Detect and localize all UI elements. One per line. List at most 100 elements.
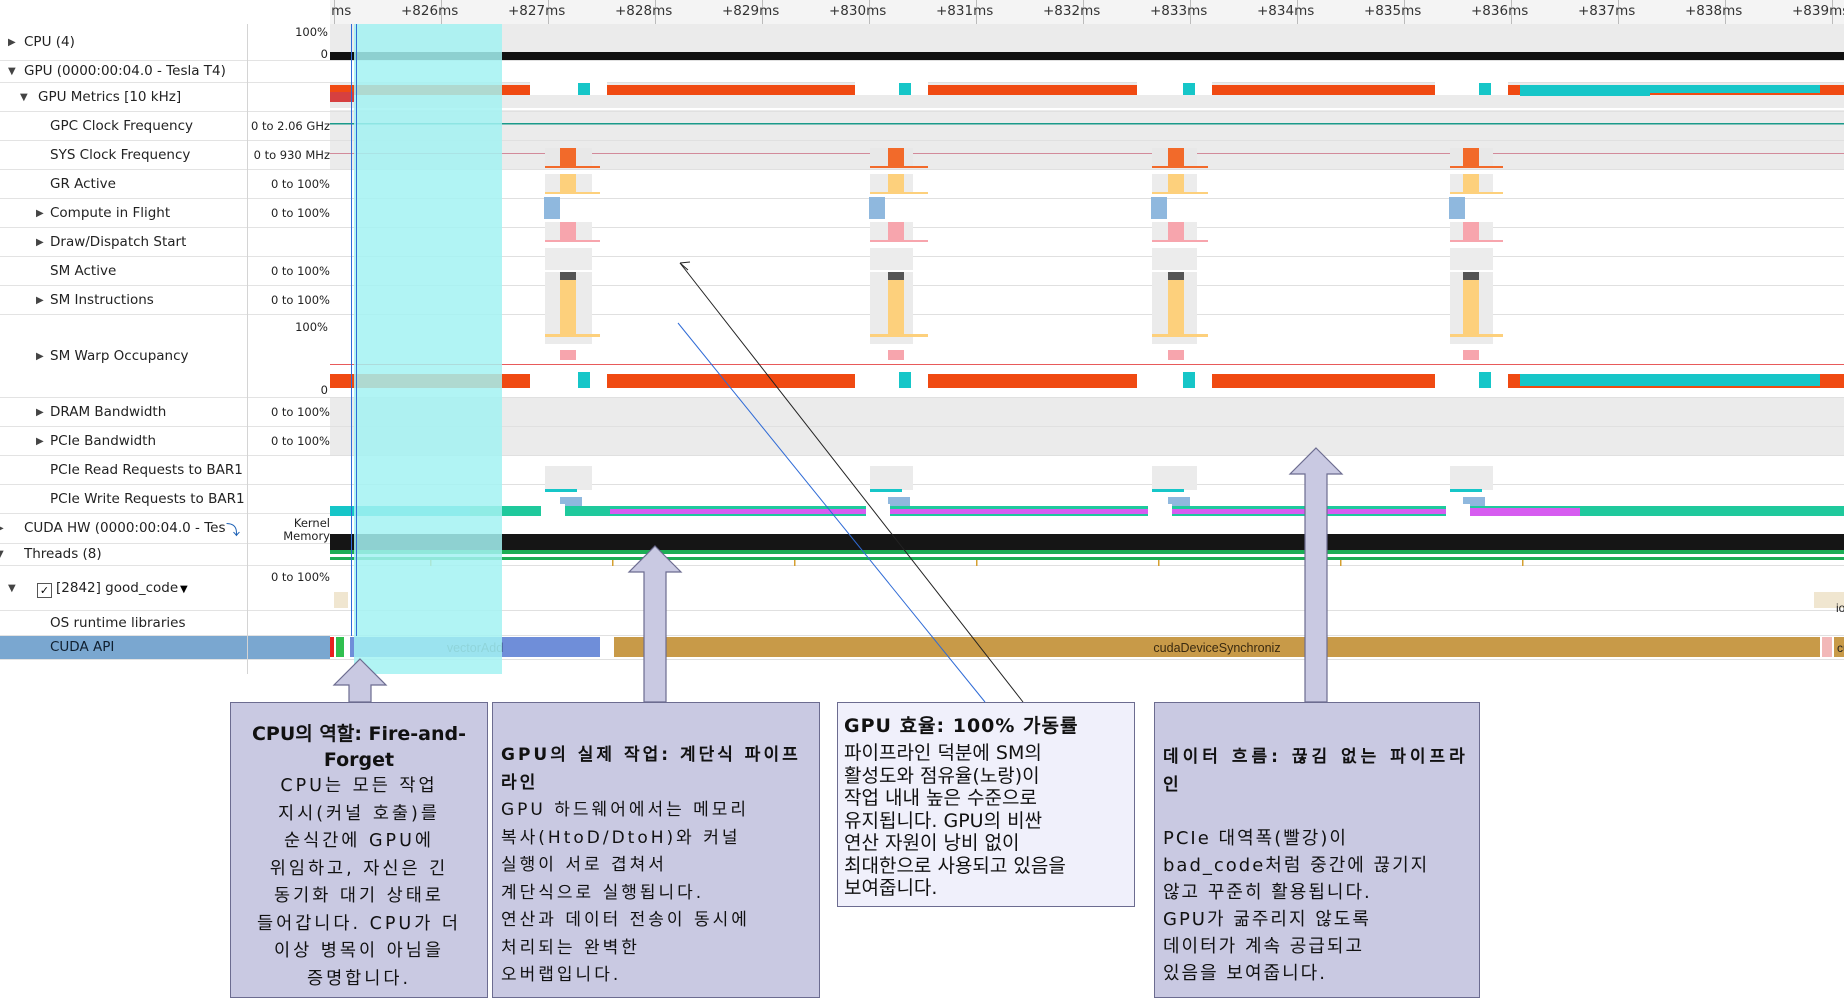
- gr-active-base: [870, 166, 928, 168]
- collapse-triangle-icon[interactable]: ▼: [8, 583, 16, 594]
- row-tree: ▶ CPU (4) ▼ GPU (0000:00:04.0 - Tesla T4) ▼ G…: [0, 0, 330, 676]
- thread-state-gap: [330, 554, 1844, 557]
- row-range-label: 0 to 100%: [270, 264, 330, 278]
- compute-in-flight-base: [870, 192, 928, 194]
- tree-row-os-runtime-libraries[interactable]: OS runtime libraries: [0, 611, 330, 636]
- tree-row-cuda-api[interactable]: CUDA API: [0, 636, 330, 660]
- selected-time-range[interactable]: [354, 24, 502, 674]
- tree-row-gpu[interactable]: ▼ GPU (0000:00:04.0 - Tesla T4): [0, 61, 330, 83]
- callout-line: 작업 내내 높은 수준으로: [844, 787, 1037, 809]
- gr-active-base: [1152, 166, 1208, 168]
- callout-line: 위임하고, 자신은 긴: [269, 858, 449, 879]
- cpu-utilization-bar: [330, 52, 1844, 60]
- pcie-bandwidth-band-gap: [1435, 371, 1508, 388]
- callout-line: 보여줍니다.: [844, 877, 938, 899]
- tree-row-draw-dispatch-start[interactable]: ▶ Draw/Dispatch Start: [0, 228, 330, 257]
- jump-to-icon[interactable]: ⤵: [226, 520, 240, 540]
- warp-occupancy-cap: [560, 272, 576, 280]
- collapse-triangle-icon[interactable]: ▼: [20, 92, 28, 103]
- tree-row-label: PCIe Write Requests to BAR1: [50, 491, 245, 507]
- expand-triangle-icon[interactable]: ▶: [36, 237, 44, 248]
- timeline-row-divider: [330, 659, 1844, 660]
- collapse-triangle-icon[interactable]: ▼: [8, 66, 16, 77]
- timeline-row-divider: [330, 60, 1844, 61]
- sm-active-bar: [1168, 222, 1184, 242]
- tree-row-compute-in-flight[interactable]: ▶ Compute in Flight 0 to 100%: [0, 199, 330, 228]
- tree-row-gr-active[interactable]: GR Active 0 to 100%: [0, 170, 330, 199]
- tree-row-pcie-bandwidth[interactable]: ▶ PCIe Bandwidth 0 to 100%: [0, 427, 330, 456]
- cu-stub-label[interactable]: cu: [1837, 641, 1844, 655]
- callout-gpu-efficiency-title: GPU 효율: 100% 가동률: [844, 715, 1079, 737]
- gpu-metrics-band-gap: [1435, 82, 1508, 95]
- dram-bandwidth-bar: [1463, 350, 1479, 360]
- timeline-canvas[interactable]: vectorAddcudaDeviceSynchroniziocu: [330, 24, 1844, 674]
- ruler-tick-label: +838ms: [1685, 3, 1743, 19]
- warp-occupancy-cap: [1168, 272, 1184, 280]
- gr-active-bar: [1463, 148, 1479, 168]
- gr-active-bar: [560, 148, 576, 168]
- warp-occupancy-base: [1152, 334, 1208, 337]
- callout-line: 파이프라인 덕분에 SM의: [844, 742, 1042, 764]
- timeline-row-bg: [330, 427, 1844, 456]
- callout-line: 실행이 서로 겹쳐서: [501, 855, 667, 875]
- sm-instructions-bg: [545, 248, 592, 270]
- row-range-label: 0 to 100%: [270, 206, 330, 220]
- pcie-write-bg: [1450, 466, 1493, 490]
- tree-row-sys-clock[interactable]: SYS Clock Frequency 0 to 930 MHz: [0, 141, 330, 170]
- expand-triangle-icon[interactable]: ▶: [8, 37, 16, 48]
- compute-in-flight-bar: [560, 174, 576, 194]
- device-sync-label[interactable]: cudaDeviceSynchroniz: [1153, 641, 1280, 655]
- expand-triangle-icon[interactable]: ▶: [36, 295, 44, 306]
- sm-active-bar: [888, 222, 904, 242]
- gr-active-base: [1450, 166, 1503, 168]
- tree-row-pcie-write-bar1[interactable]: PCIe Write Requests to BAR1: [0, 485, 330, 514]
- thread-state-green: [330, 550, 1844, 554]
- timeline-row-divider: [330, 169, 1844, 170]
- expand-triangle-icon[interactable]: ▶: [36, 351, 44, 362]
- expand-triangle-icon[interactable]: ▶: [36, 436, 44, 447]
- tree-row-label: PCIe Bandwidth: [50, 433, 157, 449]
- callout-line: 처리되는 완벽한: [501, 937, 640, 958]
- dram-line: [330, 364, 1844, 365]
- time-cursor-line[interactable]: [351, 24, 352, 636]
- io-stub-label[interactable]: io: [1836, 601, 1844, 615]
- tree-row-dram-bandwidth[interactable]: ▶ DRAM Bandwidth 0 to 100%: [0, 398, 330, 427]
- chevron-down-icon[interactable]: ▼: [180, 584, 188, 595]
- tree-row-label: GPU Metrics [10 kHz]: [38, 89, 182, 105]
- callout-data-flow-title: 데이터 흐름: 끊김 없는 파이프라인: [1163, 747, 1469, 795]
- callout-line: 복사(HtoD/DtoH)와 커널: [501, 827, 741, 848]
- timeline-row-bg: [330, 398, 1844, 427]
- time-ruler[interactable]: +825ms+826ms+827ms+828ms+829ms+830ms+831…: [294, 0, 1844, 25]
- time-cursor-line-2[interactable]: [356, 24, 357, 636]
- warp-occupancy-base: [870, 334, 928, 337]
- tree-row-pcie-read-bar1[interactable]: PCIe Read Requests to BAR1: [0, 456, 330, 485]
- gpu-metrics-band-gap: [855, 82, 928, 95]
- callout-line: bad_code처럼 중간에 끊기지: [1163, 855, 1430, 876]
- tree-row-gpu-metrics[interactable]: ▼ GPU Metrics [10 kHz]: [0, 83, 330, 112]
- row-range-label: 0 to 930 MHz: [253, 148, 330, 162]
- thread-visibility-checkbox[interactable]: ✓: [37, 583, 52, 598]
- ruler-tick-label: +828ms: [615, 3, 673, 19]
- tree-row-label: SM Instructions: [50, 292, 154, 308]
- warp-occupancy-cap: [888, 272, 904, 280]
- expand-triangle-icon[interactable]: ▶: [0, 523, 4, 534]
- tree-row-gpc-clock[interactable]: GPC Clock Frequency 0 to 2.06 GHz: [0, 112, 330, 141]
- callout-line: 순식간에 GPU에: [284, 831, 434, 851]
- column-splitter[interactable]: [247, 24, 248, 674]
- expand-triangle-icon[interactable]: ▶: [36, 407, 44, 418]
- tree-row-sm-active[interactable]: SM Active 0 to 100%: [0, 257, 330, 286]
- tree-row-good-code-thread[interactable]: ▼ ✓ [2842] good_code ▼ 0 to 100%: [0, 566, 330, 611]
- cuda-hw-legend: Kernel Memory: [270, 517, 330, 543]
- pcie-bandwidth-band-teal-tail: [1520, 374, 1820, 386]
- expand-triangle-icon[interactable]: ▶: [36, 208, 44, 219]
- cuda-api-launch: [330, 637, 334, 657]
- tree-row-label: Draw/Dispatch Start: [50, 234, 187, 250]
- callout-line: 오버랩입니다.: [501, 965, 622, 985]
- compute-in-flight-base: [1152, 192, 1208, 194]
- tree-row-threads[interactable]: ▼ Threads (8): [0, 544, 330, 566]
- tree-row-sm-instructions[interactable]: ▶ SM Instructions 0 to 100%: [0, 286, 330, 315]
- collapse-triangle-icon[interactable]: ▼: [0, 549, 4, 560]
- thread-sample-mark: [976, 560, 978, 566]
- callout-line: 계단식으로 실행됩니다.: [501, 882, 705, 903]
- row-range-label: 0 to 100%: [270, 570, 330, 584]
